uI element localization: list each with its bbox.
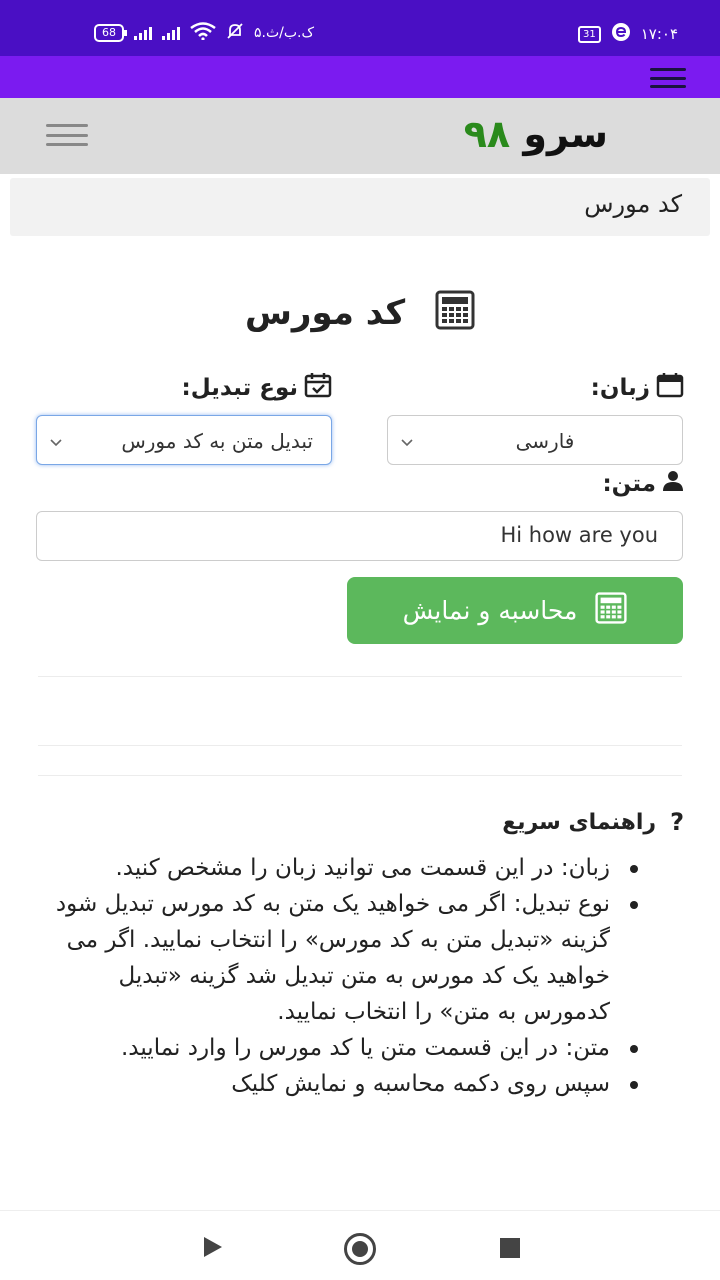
page-title-text: کد مورس	[245, 293, 406, 333]
text-input-value: Hi how are you	[500, 523, 658, 547]
logo-word: سرو	[523, 112, 608, 156]
text-input[interactable]: Hi how are you	[36, 511, 683, 561]
page-title: کد مورس	[0, 290, 720, 333]
mute-bell-icon	[226, 22, 244, 44]
user-icon	[662, 470, 684, 498]
calculate-button-label: محاسبه و نمایش	[402, 596, 578, 625]
breadcrumb-current: کد مورس	[584, 190, 682, 218]
logo-number: ۹۸	[463, 112, 511, 156]
chevron-down-icon	[400, 430, 414, 447]
breadcrumb: کد مورس	[10, 178, 710, 236]
status-date: ۵.ک.ب/ث	[254, 25, 315, 41]
site-header: سرو ۹۸	[0, 98, 720, 174]
recent-apps-icon[interactable]	[500, 1238, 520, 1258]
site-logo[interactable]: سرو ۹۸	[464, 112, 608, 156]
help-title: ? راهنمای سریع	[502, 808, 684, 836]
home-icon[interactable]	[344, 1233, 376, 1265]
wifi-icon	[190, 22, 216, 44]
status-left: 68 ۵.ک.ب/ث	[94, 22, 314, 44]
help-item-button: سپس روی دکمه محاسبه و نمایش کلیک	[40, 1066, 640, 1102]
conversion-label: نوع تبدیل:	[182, 372, 332, 404]
signal-icon-2	[162, 26, 180, 40]
status-bar: 68 ۵.ک.ب/ث 31 ۱۷:۰۴	[0, 0, 720, 56]
text-label: متن:	[602, 470, 684, 498]
app-e-icon	[611, 22, 631, 46]
help-item-conversion: نوع تبدیل: اگر می خواهید یک متن به کد مو…	[40, 886, 640, 1030]
chevron-down-icon	[49, 430, 63, 447]
calculator-icon	[435, 290, 475, 330]
back-icon[interactable]	[204, 1237, 222, 1257]
help-item-language: زبان: در این قسمت می توانید زبان را مشخص…	[40, 850, 640, 886]
question-icon: ?	[670, 808, 684, 836]
calendar-icon: 31	[577, 25, 601, 43]
calculate-button[interactable]: محاسبه و نمایش	[347, 577, 683, 644]
calendar-icon	[656, 372, 684, 404]
navigation-bar	[0, 1210, 720, 1280]
language-select-value: فارسی	[515, 429, 575, 453]
language-select[interactable]: فارسی	[387, 415, 683, 465]
app-bar	[0, 56, 720, 98]
status-time: ۱۷:۰۴	[640, 25, 678, 43]
menu-icon[interactable]	[650, 68, 686, 88]
conversion-select-value: تبدیل متن به کد مورس	[121, 429, 313, 453]
conversion-label-text: نوع تبدیل:	[181, 375, 298, 401]
language-label-text: زبان:	[590, 375, 650, 401]
language-label: زبان:	[591, 372, 684, 404]
hamburger-menu-icon[interactable]	[46, 124, 88, 146]
text-label-text: متن:	[602, 471, 656, 497]
signal-icon	[134, 26, 152, 40]
battery-icon: 68	[94, 24, 127, 42]
conversion-type-select[interactable]: تبدیل متن به کد مورس	[36, 415, 332, 465]
help-title-text: راهنمای سریع	[502, 809, 657, 835]
help-item-text: متن: در این قسمت متن یا کد مورس را وارد …	[40, 1030, 640, 1066]
calculator-icon	[595, 591, 628, 630]
divider	[38, 676, 682, 677]
divider	[38, 745, 682, 746]
calendar-check-icon	[304, 372, 332, 404]
help-list: زبان: در این قسمت می توانید زبان را مشخص…	[40, 850, 640, 1102]
status-right: 31 ۱۷:۰۴	[577, 22, 678, 46]
divider	[38, 775, 682, 776]
